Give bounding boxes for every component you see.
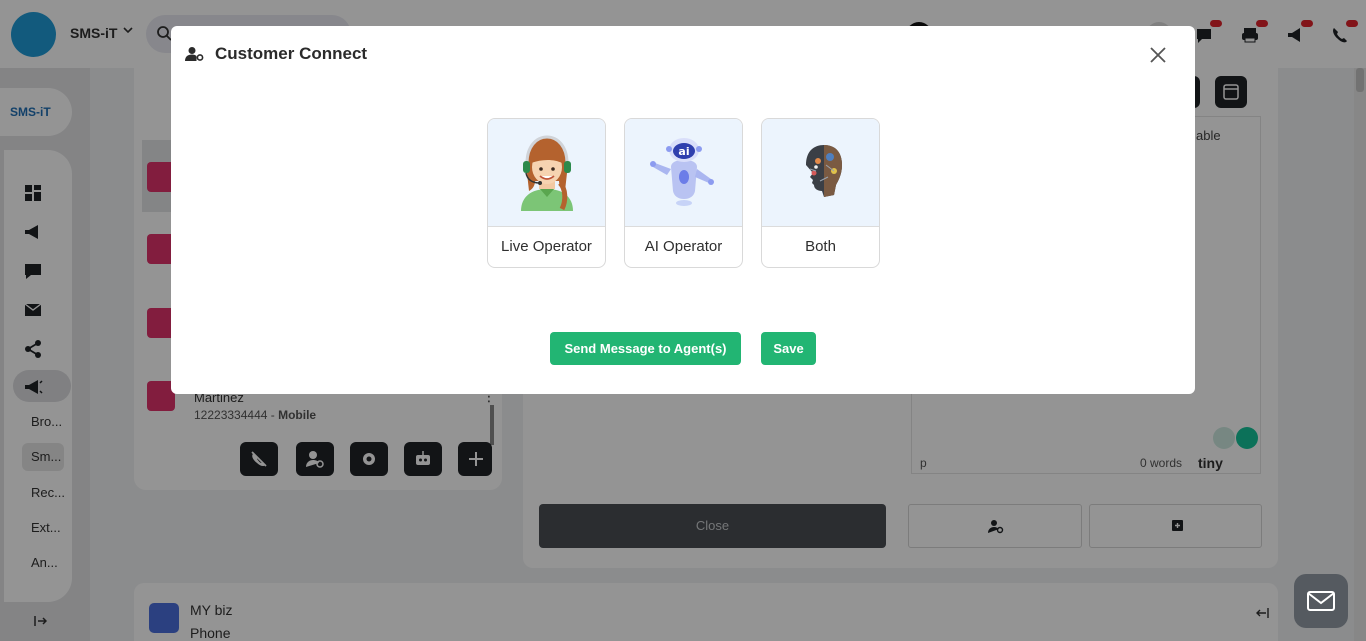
modal-title: Customer Connect	[215, 44, 368, 63]
option-ai-operator[interactable]: ai AI Operator	[624, 118, 743, 268]
envelope-icon	[1307, 591, 1335, 611]
svg-text:ai: ai	[678, 145, 689, 158]
customer-connect-modal: Customer Connect Live Operator ai AI Ope…	[171, 26, 1195, 394]
live-operator-icon	[521, 135, 573, 211]
message-fab[interactable]	[1294, 574, 1348, 628]
both-operator-icon	[806, 145, 842, 197]
user-cog-icon	[185, 47, 204, 61]
ai-operator-icon: ai	[650, 138, 714, 206]
option-live-operator[interactable]: Live Operator	[487, 118, 606, 268]
close-icon[interactable]	[1148, 45, 1168, 65]
option-label: Live Operator	[501, 238, 592, 255]
option-label: AI Operator	[644, 238, 723, 255]
option-both[interactable]: Both	[761, 118, 880, 268]
send-message-to-agents-button[interactable]: Send Message to Agent(s)	[550, 332, 741, 365]
option-label: Both	[805, 238, 836, 255]
save-button[interactable]: Save	[761, 332, 816, 365]
